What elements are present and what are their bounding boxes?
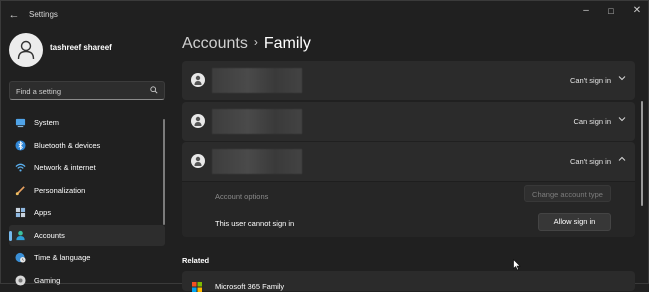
sidebar-item-accounts[interactable]: Accounts — [9, 225, 165, 246]
back-arrow-icon[interactable]: ← — [7, 8, 21, 22]
person-icon — [191, 114, 205, 128]
sidebar-item-network[interactable]: Network & internet — [9, 157, 165, 178]
sidebar-item-label: Apps — [34, 208, 51, 217]
chevron-down-icon[interactable] — [618, 115, 626, 123]
bluetooth-icon — [15, 140, 26, 151]
person-icon — [191, 73, 205, 87]
monitor-icon — [15, 117, 26, 128]
related-item-label: Microsoft 365 Family — [215, 282, 284, 291]
account-icon — [15, 230, 26, 241]
account-options-panel: Account options Change account type This… — [182, 181, 635, 237]
sidebar-item-label: Accounts — [34, 231, 65, 240]
breadcrumb-parent[interactable]: Accounts — [182, 35, 248, 52]
minimize-button[interactable]: – — [573, 4, 599, 18]
paintbrush-icon — [15, 185, 26, 196]
related-heading: Related — [182, 256, 209, 265]
redacted-name — [212, 109, 302, 134]
app-title: Settings — [29, 10, 58, 19]
redacted-name — [212, 68, 302, 93]
main-scrollbar[interactable] — [641, 101, 643, 206]
search-icon — [150, 86, 158, 94]
sign-in-status: Can't sign in — [570, 76, 611, 85]
mouse-cursor-icon — [513, 259, 521, 271]
family-member-row-expanded[interactable]: Can't sign in — [182, 142, 635, 181]
sidebar-item-system[interactable]: System — [9, 112, 165, 133]
search-placeholder: Find a setting — [16, 87, 61, 96]
sidebar-item-label: Personalization — [34, 186, 85, 195]
sidebar-item-label: Time & language — [34, 253, 90, 262]
account-options-label: Account options — [215, 192, 268, 201]
sidebar-scrollbar[interactable] — [163, 119, 165, 225]
breadcrumb: Accounts › Family — [182, 35, 311, 53]
related-item[interactable]: Microsoft 365 Family — [182, 271, 635, 291]
avatar[interactable] — [9, 33, 43, 67]
maximize-button[interactable]: □ — [598, 4, 624, 18]
family-member-row[interactable]: Can't sign in — [182, 61, 635, 100]
sidebar-nav: System Bluetooth & devices Network & int… — [9, 112, 165, 292]
person-icon — [191, 154, 205, 168]
wifi-icon — [15, 162, 26, 173]
sidebar-item-label: Network & internet — [34, 163, 96, 172]
sign-in-status: Can't sign in — [570, 157, 611, 166]
sidebar-item-label: System — [34, 118, 59, 127]
close-button[interactable]: ✕ — [624, 4, 649, 18]
chevron-up-icon[interactable] — [618, 155, 626, 163]
sidebar-item-personalization[interactable]: Personalization — [9, 180, 165, 201]
sidebar-item-gaming[interactable]: Gaming — [9, 270, 165, 291]
title-bar: ← Settings – □ ✕ — [1, 1, 649, 29]
search-input[interactable]: Find a setting — [9, 81, 165, 100]
sidebar-item-apps[interactable]: Apps — [9, 202, 165, 223]
sidebar-item-bluetooth[interactable]: Bluetooth & devices — [9, 135, 165, 156]
sidebar-item-label: Bluetooth & devices — [34, 141, 100, 150]
sign-in-status-label: This user cannot sign in — [215, 219, 294, 228]
user-name: tashreef shareef — [50, 43, 112, 52]
sidebar-item-label: Gaming — [34, 276, 60, 285]
active-indicator — [9, 231, 12, 241]
change-account-type-button: Change account type — [524, 185, 611, 202]
settings-window: ← Settings – □ ✕ tashreef shareef Find a… — [0, 0, 649, 284]
sign-in-status: Can sign in — [573, 117, 611, 126]
person-icon — [17, 40, 35, 60]
apps-grid-icon — [15, 207, 26, 218]
chevron-down-icon[interactable] — [618, 74, 626, 82]
page-title: Family — [264, 35, 311, 52]
redacted-name — [212, 149, 302, 174]
sidebar-item-time-language[interactable]: Time & language — [9, 247, 165, 268]
family-member-row[interactable]: Can sign in — [182, 102, 635, 141]
globe-clock-icon — [15, 252, 26, 263]
allow-sign-in-button[interactable]: Allow sign in — [538, 213, 611, 231]
chevron-right-icon: › — [254, 35, 258, 49]
